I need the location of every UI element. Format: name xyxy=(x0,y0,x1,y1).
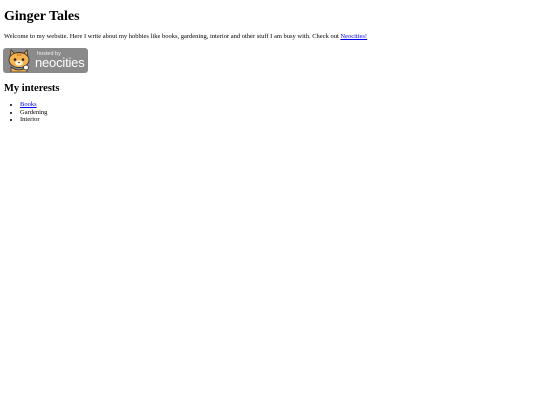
interest-books-link[interactable]: Books xyxy=(20,101,37,108)
neocities-cat-icon xyxy=(8,49,30,72)
list-item: Interior xyxy=(20,116,47,124)
list-item: Books xyxy=(20,101,47,109)
hosted-by-neocities-badge[interactable]: hosted by neocities xyxy=(3,48,88,73)
interest-gardening: Gardening xyxy=(20,108,48,116)
interests-list: Books Gardening Interior xyxy=(20,101,47,124)
interests-heading: My interests xyxy=(4,83,60,94)
badge-neocities-text: neocities xyxy=(35,55,85,70)
neocities-link[interactable]: Neocities! xyxy=(340,33,367,40)
intro-paragraph: Welcome to my website. Here I write abou… xyxy=(4,32,367,41)
intro-text: Welcome to my website. Here I write abou… xyxy=(4,33,341,40)
interest-interior: Interior xyxy=(20,116,40,124)
list-item: Gardening xyxy=(20,109,47,117)
page-title: Ginger Tales xyxy=(4,9,80,24)
